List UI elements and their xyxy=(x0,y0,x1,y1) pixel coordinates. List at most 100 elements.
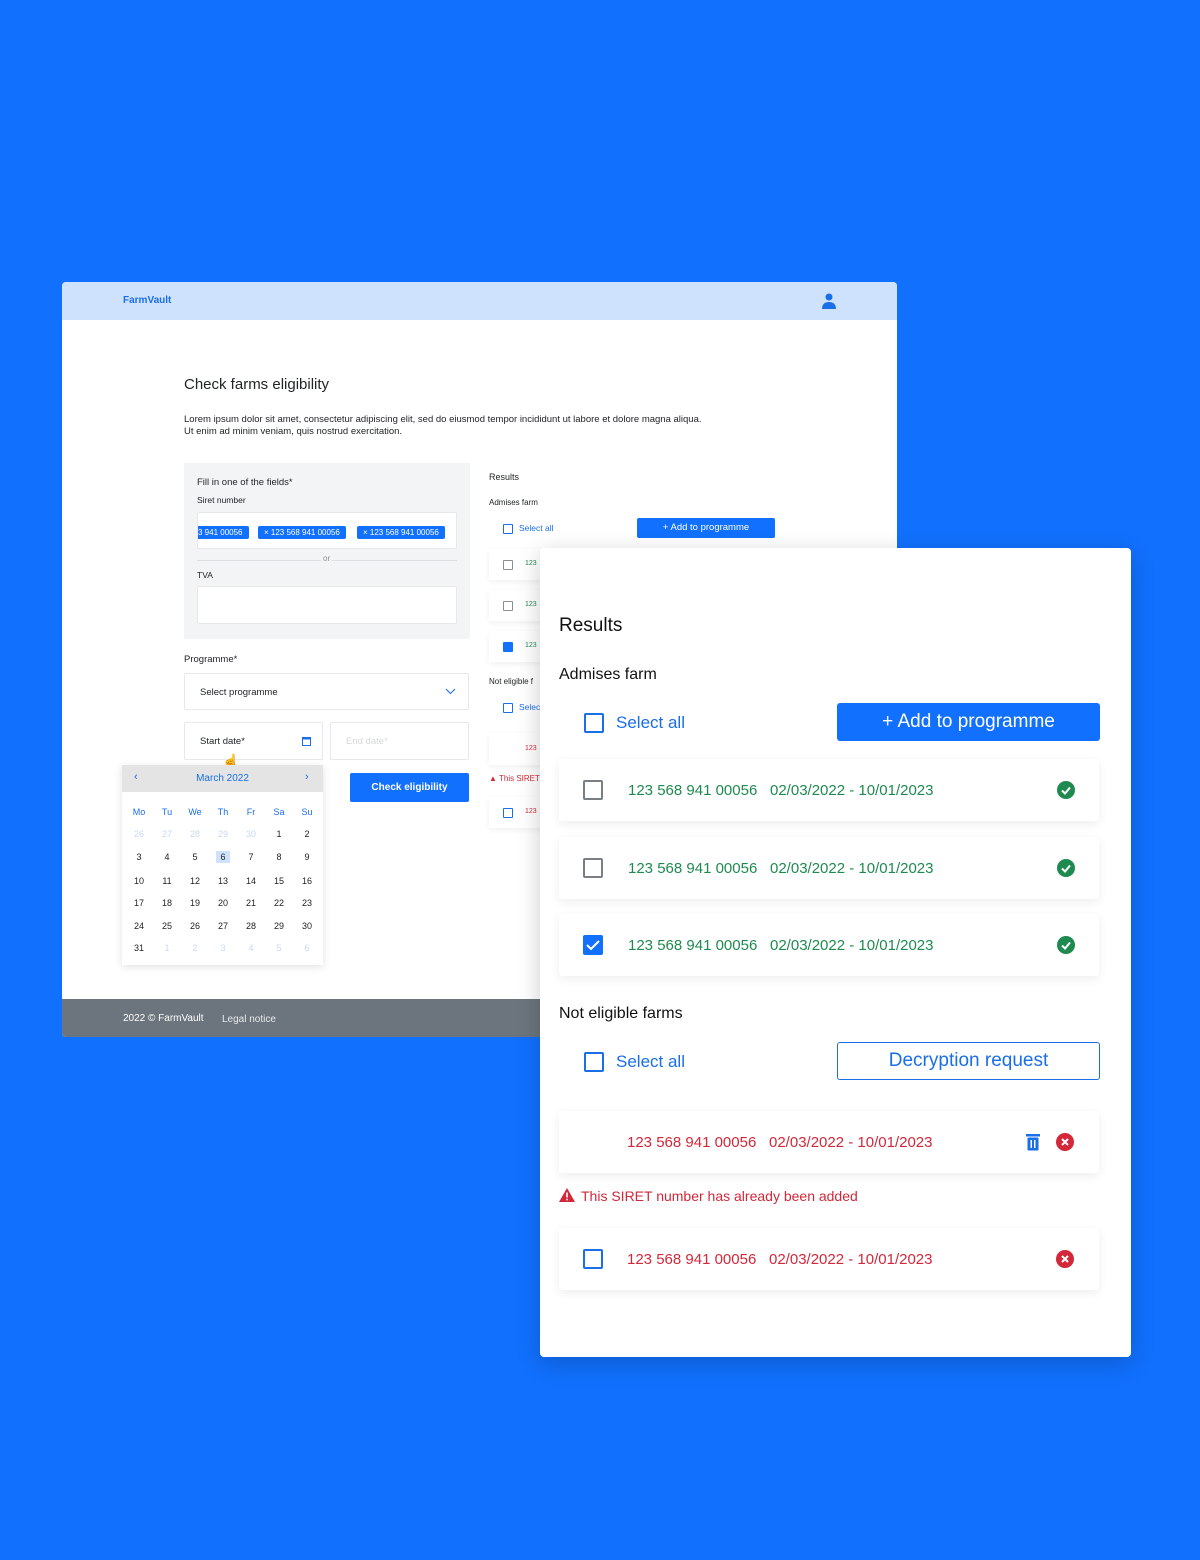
date-range: 02/03/2022 - 10/01/2023 xyxy=(769,1251,933,1268)
results-panel: Results Admises farm Select all + Add to… xyxy=(540,548,1131,1357)
fill-label: Fill in one of the fields* xyxy=(197,477,293,488)
calendar-day-selected[interactable]: 6 xyxy=(216,851,230,863)
row-checkbox[interactable] xyxy=(503,560,513,570)
select-all-label[interactable]: Select all xyxy=(616,713,685,733)
weekday-label: Fr xyxy=(246,807,256,817)
calendar-day[interactable]: 3 xyxy=(129,852,149,862)
calendar-day[interactable]: 1 xyxy=(269,829,289,839)
select-all-label[interactable]: Selec xyxy=(519,702,540,712)
row-checkbox[interactable] xyxy=(583,1249,603,1269)
calendar-day[interactable]: 30 xyxy=(297,921,317,931)
calendar-day[interactable]: 8 xyxy=(269,852,289,862)
trash-icon[interactable] xyxy=(1026,1134,1040,1151)
chevron-down-icon xyxy=(445,688,456,695)
siret-text: 123 568 941 00056 xyxy=(627,1134,757,1151)
siret-chip[interactable]: 3 941 00056 xyxy=(198,526,249,539)
select-all-checkbox[interactable] xyxy=(584,713,604,733)
add-to-programme-button[interactable]: + Add to programme xyxy=(837,703,1100,741)
add-to-programme-button[interactable]: + Add to programme xyxy=(637,518,775,538)
calendar-day[interactable]: 4 xyxy=(241,943,261,953)
siret-text: 123 xyxy=(525,601,537,608)
calendar-day[interactable]: 12 xyxy=(185,876,205,886)
calendar-month: March 2022 xyxy=(196,773,249,784)
weekday-label: Th xyxy=(217,807,229,817)
calendar-day[interactable]: 30 xyxy=(241,829,261,839)
date-range: 02/03/2022 - 10/01/2023 xyxy=(770,937,934,954)
calendar-day[interactable]: 26 xyxy=(129,829,149,839)
select-all-label[interactable]: Select all xyxy=(519,523,554,533)
calendar-day[interactable]: 18 xyxy=(157,898,177,908)
calendar-day[interactable]: 29 xyxy=(213,829,233,839)
decryption-request-button[interactable]: Decryption request xyxy=(837,1042,1100,1080)
calendar-day[interactable]: 13 xyxy=(213,876,233,886)
siret-text: 123 xyxy=(525,745,537,752)
calendar-day[interactable]: 20 xyxy=(213,898,233,908)
calendar-day[interactable]: 7 xyxy=(241,852,261,862)
start-date-input[interactable]: Start date* xyxy=(184,722,323,760)
weekday-label: We xyxy=(188,807,202,817)
calendar-day[interactable]: 26 xyxy=(185,921,205,931)
tva-input[interactable] xyxy=(197,586,457,624)
siret-chip[interactable]: × 123 568 941 00056 xyxy=(258,526,346,539)
check-eligibility-button[interactable]: Check eligibility xyxy=(350,773,469,802)
description-2: Ut enim ad minim veniam, quis nostrud ex… xyxy=(184,426,403,437)
end-date-input[interactable]: End date* xyxy=(330,722,469,760)
calendar-day[interactable]: 21 xyxy=(241,898,261,908)
select-all-checkbox[interactable] xyxy=(503,524,513,534)
calendar-day[interactable]: 3 xyxy=(213,943,233,953)
admissible-row: 123 568 941 00056 02/03/2022 - 10/01/2023 xyxy=(559,837,1099,899)
calendar-day[interactable]: 10 xyxy=(129,876,149,886)
calendar-day[interactable]: 15 xyxy=(269,876,289,886)
calendar-day[interactable]: 6 xyxy=(297,943,317,953)
calendar-day[interactable]: 1 xyxy=(157,943,177,953)
calendar-day[interactable]: 5 xyxy=(269,943,289,953)
not-eligible-title: Not eligible farms xyxy=(559,1005,683,1022)
row-checkbox[interactable] xyxy=(583,858,603,878)
calendar-day[interactable]: 28 xyxy=(241,921,261,931)
duplicate-warning: This SIRET number has already been added xyxy=(559,1188,858,1204)
calendar-day[interactable]: 29 xyxy=(269,921,289,931)
not-eligible-row: 123 568 941 00056 02/03/2022 - 10/01/202… xyxy=(559,1111,1099,1173)
calendar-day[interactable]: 16 xyxy=(297,876,317,886)
calendar-day[interactable]: 14 xyxy=(241,876,261,886)
calendar-day[interactable]: 2 xyxy=(185,943,205,953)
calendar-day[interactable]: 25 xyxy=(157,921,177,931)
brand-logo[interactable]: FarmVault xyxy=(123,295,171,306)
calendar-icon[interactable] xyxy=(302,736,311,746)
programme-select[interactable]: Select programme xyxy=(184,673,469,710)
weekday-label: Tu xyxy=(161,807,173,817)
siret-chip[interactable]: × 123 568 941 00056 xyxy=(357,526,445,539)
calendar-day[interactable]: 28 xyxy=(185,829,205,839)
siret-label: Siret number xyxy=(197,495,246,505)
calendar-day[interactable]: 24 xyxy=(129,921,149,931)
calendar-day[interactable]: 22 xyxy=(269,898,289,908)
calendar-day[interactable]: 9 xyxy=(297,852,317,862)
calendar-day[interactable]: 31 xyxy=(129,943,149,953)
calendar-day[interactable]: 2 xyxy=(297,829,317,839)
select-all-label[interactable]: Select all xyxy=(616,1052,685,1072)
select-all-checkbox[interactable] xyxy=(584,1052,604,1072)
row-checkbox-checked[interactable] xyxy=(583,935,603,955)
calendar-day[interactable]: 5 xyxy=(185,852,205,862)
calendar-day[interactable]: 23 xyxy=(297,898,317,908)
legal-notice-link[interactable]: Legal notice xyxy=(222,1014,276,1025)
date-range: 02/03/2022 - 10/01/2023 xyxy=(769,1134,933,1151)
search-fields-panel: Fill in one of the fields* Siret number … xyxy=(184,463,470,639)
select-all-checkbox[interactable] xyxy=(503,703,513,713)
calendar-day[interactable]: 17 xyxy=(129,898,149,908)
calendar-day[interactable]: 4 xyxy=(157,852,177,862)
row-checkbox-checked[interactable] xyxy=(503,642,513,652)
calendar-day[interactable]: 27 xyxy=(213,921,233,931)
weekday-label: Mo xyxy=(132,807,146,817)
row-checkbox[interactable] xyxy=(503,601,513,611)
calendar-day[interactable]: 19 xyxy=(185,898,205,908)
page-title: Check farms eligibility xyxy=(184,376,330,393)
row-checkbox[interactable] xyxy=(503,808,513,818)
user-icon[interactable] xyxy=(822,293,836,309)
date-range: 02/03/2022 - 10/01/2023 xyxy=(770,782,934,799)
row-checkbox[interactable] xyxy=(583,780,603,800)
chevron-right-icon[interactable]: › xyxy=(305,771,309,783)
calendar-day[interactable]: 27 xyxy=(157,829,177,839)
calendar-day[interactable]: 11 xyxy=(157,876,177,886)
siret-input[interactable]: 3 941 00056 × 123 568 941 00056 × 123 56… xyxy=(197,512,457,549)
